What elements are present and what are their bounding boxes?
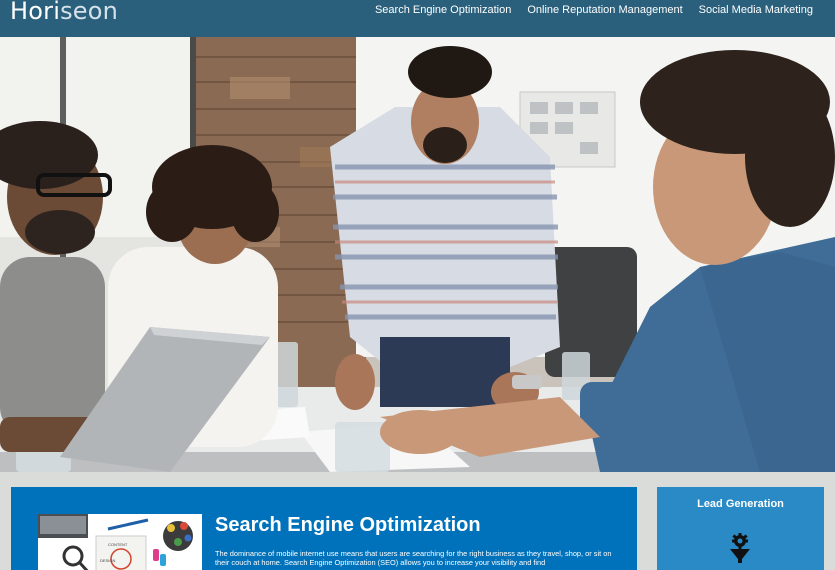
main-nav: Search Engine Optimization Online Reputa…: [375, 4, 813, 16]
svg-text:DESIGN: DESIGN: [100, 558, 115, 563]
logo-text-part2: seon: [60, 0, 119, 25]
nav-link-social-media[interactable]: Social Media Marketing: [699, 4, 813, 16]
seo-section-title: Search Engine Optimization: [215, 514, 481, 536]
seo-thumbnail-image: CONTENT DESIGN RANKING: [38, 514, 202, 570]
lead-generation-title: Lead Generation: [697, 498, 784, 510]
logo-text-part1: Hori: [10, 0, 61, 25]
site-header: Horiseon Search Engine Optimization Onli…: [0, 0, 835, 37]
lead-generation-card: Lead Generation: [657, 487, 824, 570]
seo-section-text: The dominance of mobile internet use mea…: [215, 549, 612, 567]
seo-section: CONTENT DESIGN RANKING Search Engine Opt…: [11, 487, 637, 570]
svg-text:CONTENT: CONTENT: [108, 542, 128, 547]
funnel-gear-icon: [728, 533, 752, 568]
site-logo[interactable]: Horiseon: [10, 0, 118, 24]
hero-image: [0, 37, 835, 472]
nav-link-seo[interactable]: Search Engine Optimization: [375, 4, 511, 16]
nav-link-reputation[interactable]: Online Reputation Management: [527, 4, 682, 16]
